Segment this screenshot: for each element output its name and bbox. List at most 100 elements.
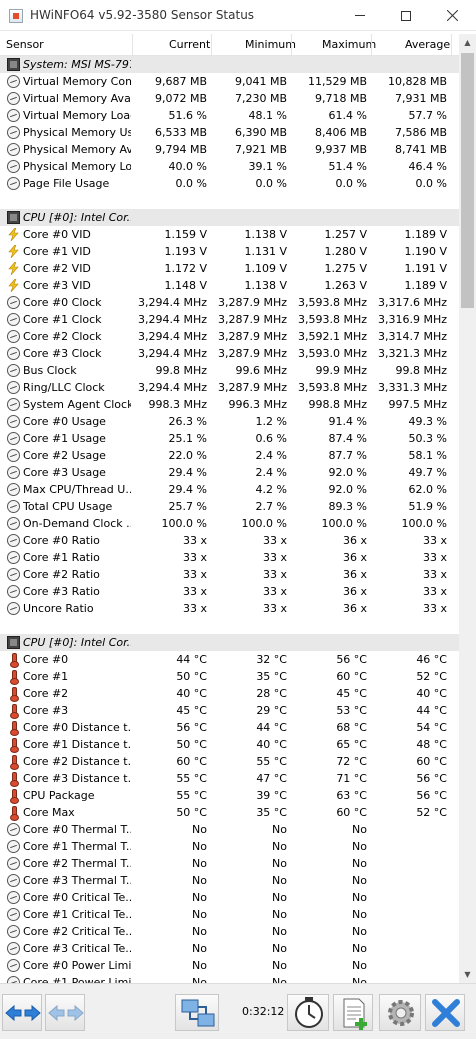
sensor-row[interactable]: Core #0 VID 1.159 V 1.138 V 1.257 V 1.189 V	[0, 226, 459, 243]
minimum-value: No	[272, 840, 287, 853]
sensor-row[interactable]: Core #0 44 °C 32 °C 56 °C 46 °C	[0, 651, 459, 668]
current-value: 40 °C	[176, 687, 207, 700]
current-value: No	[192, 959, 207, 972]
sensor-row[interactable]: Core #2 Ratio 33 x 33 x 36 x 33 x	[0, 566, 459, 583]
sensor-row[interactable]: Core #1 Power Limi... No No No	[0, 974, 459, 983]
navigate-sensors-disabled-button[interactable]	[45, 994, 85, 1031]
maximum-value: 998.8 MHz	[308, 398, 367, 411]
sensor-group-row[interactable]: System: MSI MS-7978	[0, 56, 459, 73]
thermometer-icon	[7, 806, 20, 821]
sensor-row[interactable]: Core #3 Usage 29.4 % 2.4 % 92.0 % 49.7 %	[0, 464, 459, 481]
sensor-name: Core #3	[23, 704, 69, 717]
sensor-row[interactable]: Core #3 Distance t... 55 °C 47 °C 71 °C 56 °…	[0, 770, 459, 787]
maximize-button[interactable]	[383, 0, 429, 31]
sensor-row[interactable]: Core #2 Usage 22.0 % 2.4 % 87.7 % 58.1 %	[0, 447, 459, 464]
current-value: 1.159 V	[164, 228, 207, 241]
current-value: 56 °C	[176, 721, 207, 734]
sensor-row[interactable]: Virtual Memory Com... 9,687 MB 9,041 MB 11,…	[0, 73, 459, 90]
column-header-current[interactable]: Current	[169, 38, 210, 51]
sensor-name: Virtual Memory Load	[23, 109, 131, 122]
sensor-row[interactable]: Core #3 45 °C 29 °C 53 °C 44 °C	[0, 702, 459, 719]
sensor-name: Core #2 Clock	[23, 330, 102, 343]
current-value: 29.4 %	[168, 483, 207, 496]
settings-button[interactable]	[379, 994, 421, 1031]
spacer-row	[0, 192, 459, 209]
sensor-row[interactable]: Core #2 Thermal T... No No No	[0, 855, 459, 872]
column-header-sensor[interactable]: Sensor	[6, 38, 44, 51]
column-header-maximum[interactable]: Maximum	[322, 38, 376, 51]
sensor-name: Core #2	[23, 687, 69, 700]
sensor-row[interactable]: Core #1 50 °C 35 °C 60 °C 52 °C	[0, 668, 459, 685]
average-value: 40 °C	[416, 687, 447, 700]
reset-timer-button[interactable]	[287, 994, 329, 1031]
column-header-minimum[interactable]: Minimum	[245, 38, 296, 51]
sensor-row[interactable]: Core #3 Clock 3,294.4 MHz 3,287.9 MHz 3,593…	[0, 345, 459, 362]
sensor-row[interactable]: Core #0 Critical Te... No No No	[0, 889, 459, 906]
sensor-name: Uncore Ratio	[23, 602, 94, 615]
sensor-row[interactable]: Core #2 40 °C 28 °C 45 °C 40 °C	[0, 685, 459, 702]
sensor-row[interactable]: Physical Memory Used 6,533 MB 6,390 MB 8,40…	[0, 124, 459, 141]
sensor-row[interactable]: Core #0 Ratio 33 x 33 x 36 x 33 x	[0, 532, 459, 549]
sensor-row[interactable]: Core #2 Critical Te... No No No	[0, 923, 459, 940]
current-value: 25.1 %	[168, 432, 207, 445]
scrollbar-thumb[interactable]	[461, 53, 474, 308]
sensor-row[interactable]: System Agent Clock 998.3 MHz 996.3 MHz 998.…	[0, 396, 459, 413]
thermometer-icon	[7, 670, 20, 685]
sensor-row[interactable]: Core #2 Distance t... 60 °C 55 °C 72 °C 60 °…	[0, 753, 459, 770]
minimum-value: 3,287.9 MHz	[217, 381, 287, 394]
sensor-row[interactable]: Core #0 Clock 3,294.4 MHz 3,287.9 MHz 3,593…	[0, 294, 459, 311]
sensor-group-row[interactable]: CPU [#0]: Intel Cor...	[0, 634, 459, 651]
sensor-row[interactable]: Core #1 Ratio 33 x 33 x 36 x 33 x	[0, 549, 459, 566]
sensor-row[interactable]: Core #3 Thermal T... No No No	[0, 872, 459, 889]
sensor-name: Core #0 Clock	[23, 296, 102, 309]
sensor-row[interactable]: Ring/LLC Clock 3,294.4 MHz 3,287.9 MHz 3,59…	[0, 379, 459, 396]
sensor-row[interactable]: Core #3 Ratio 33 x 33 x 36 x 33 x	[0, 583, 459, 600]
scroll-down-arrow-icon[interactable]: ▼	[459, 966, 476, 983]
sensor-row[interactable]: Core #0 Distance t... 56 °C 44 °C 68 °C 54 °…	[0, 719, 459, 736]
logging-report-button[interactable]	[333, 994, 373, 1031]
maximum-value: No	[352, 959, 367, 972]
average-value: 56 °C	[416, 772, 447, 785]
sensor-row[interactable]: Core #2 Clock 3,294.4 MHz 3,287.9 MHz 3,592…	[0, 328, 459, 345]
sensor-row[interactable]: Core #1 Usage 25.1 % 0.6 % 87.4 % 50.3 %	[0, 430, 459, 447]
sensor-row[interactable]: Core #3 Critical Te... No No No	[0, 940, 459, 957]
sensor-row[interactable]: Core #1 Distance t... 50 °C 40 °C 65 °C 48 °…	[0, 736, 459, 753]
scroll-up-arrow-icon[interactable]: ▲	[459, 34, 476, 51]
sensor-row[interactable]: Total CPU Usage 25.7 % 2.7 % 89.3 % 51.9 %	[0, 498, 459, 515]
window-close-button[interactable]	[429, 0, 475, 31]
maximum-value: 36 x	[342, 568, 367, 581]
close-sensors-button[interactable]	[425, 994, 465, 1031]
network-button[interactable]	[175, 994, 219, 1031]
minimize-button[interactable]	[337, 0, 383, 31]
vertical-scrollbar[interactable]: ▲ ▼	[459, 34, 476, 983]
sensor-row[interactable]: Core #1 Thermal T... No No No	[0, 838, 459, 855]
sensor-row[interactable]: Core #1 Clock 3,294.4 MHz 3,287.9 MHz 3,593…	[0, 311, 459, 328]
sensor-row[interactable]: Virtual Memory Load 51.6 % 48.1 % 61.4 % 57.…	[0, 107, 459, 124]
sensor-row[interactable]: CPU Package 55 °C 39 °C 63 °C 56 °C	[0, 787, 459, 804]
navigate-sensors-button[interactable]	[2, 994, 42, 1031]
sensor-row[interactable]: Core #3 VID 1.148 V 1.138 V 1.263 V 1.189 V	[0, 277, 459, 294]
sensor-row[interactable]: Core #2 VID 1.172 V 1.109 V 1.275 V 1.191 V	[0, 260, 459, 277]
sensor-row[interactable]: Core Max 50 °C 35 °C 60 °C 52 °C	[0, 804, 459, 821]
sensor-row[interactable]: Virtual Memory Avai... 9,072 MB 7,230 MB 9,…	[0, 90, 459, 107]
sensor-row[interactable]: Core #1 VID 1.193 V 1.131 V 1.280 V 1.190 V	[0, 243, 459, 260]
sensor-row[interactable]: Core #0 Power Limi... No No No	[0, 957, 459, 974]
sensor-row[interactable]: Max CPU/Thread U... 29.4 % 4.2 % 92.0 % 62.0…	[0, 481, 459, 498]
sensor-row[interactable]: Uncore Ratio 33 x 33 x 36 x 33 x	[0, 600, 459, 617]
sensor-row[interactable]: Core #0 Thermal T... No No No	[0, 821, 459, 838]
sensor-row[interactable]: Physical Memory Load 40.0 % 39.1 % 51.4 % 46…	[0, 158, 459, 175]
gauge-icon	[7, 500, 20, 513]
maximum-value: 60 °C	[336, 670, 367, 683]
maximum-value: 1.257 V	[324, 228, 367, 241]
sensor-group-row[interactable]: CPU [#0]: Intel Cor...	[0, 209, 459, 226]
sensor-row[interactable]: Core #1 Critical Te... No No No	[0, 906, 459, 923]
column-header-average[interactable]: Average	[405, 38, 450, 51]
average-value: 52 °C	[416, 806, 447, 819]
sensor-name: Core #0 VID	[23, 228, 91, 241]
sensor-row[interactable]: Page File Usage 0.0 % 0.0 % 0.0 % 0.0 %	[0, 175, 459, 192]
sensor-row[interactable]: Physical Memory Av... 9,794 MB 7,921 MB 9,9…	[0, 141, 459, 158]
gauge-icon	[7, 602, 20, 615]
sensor-row[interactable]: Core #0 Usage 26.3 % 1.2 % 91.4 % 49.3 %	[0, 413, 459, 430]
sensor-row[interactable]: Bus Clock 99.8 MHz 99.6 MHz 99.9 MHz 99.8 MH…	[0, 362, 459, 379]
sensor-row[interactable]: On-Demand Clock ... 100.0 % 100.0 % 100.0 %…	[0, 515, 459, 532]
